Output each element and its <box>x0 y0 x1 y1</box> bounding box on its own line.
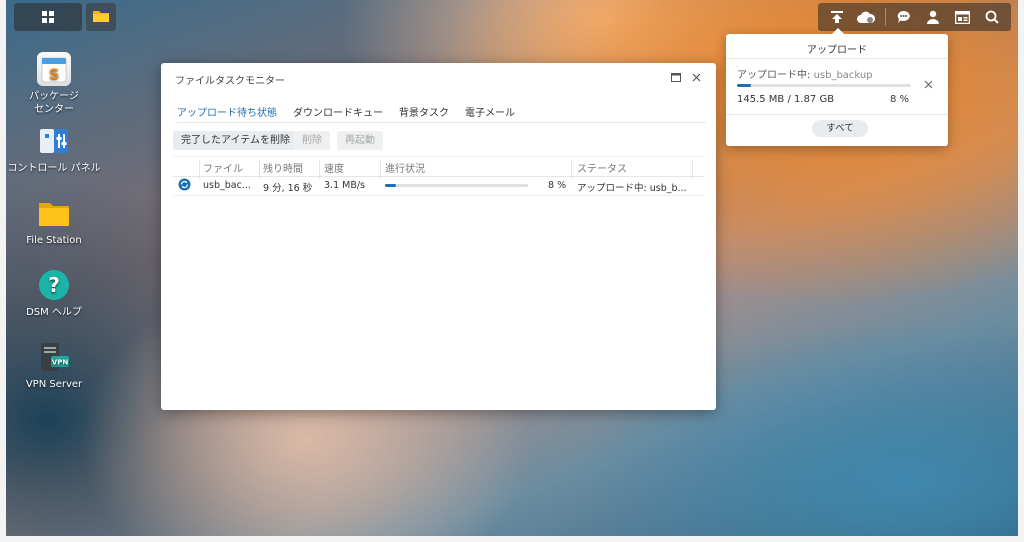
user-icon[interactable] <box>922 6 944 28</box>
shortcut-package-center[interactable]: S パッケージ センター <box>6 52 102 116</box>
row-remaining: 9 分, 16 秒 <box>263 183 313 194</box>
upload-progress-bar <box>737 84 911 87</box>
vpn-server-icon: VPN <box>37 340 71 374</box>
tab-bar: アップロード待ち状態 ダウンロードキュー 背景タスク 電子メール <box>177 104 706 123</box>
row-progress-bar <box>385 184 528 187</box>
taskbar-separator <box>884 8 886 26</box>
folder-icon <box>37 196 71 230</box>
upload-item-target: usb_backup <box>813 70 873 81</box>
upload-item-label: アップロード中: <box>737 70 811 81</box>
upload-icon[interactable] <box>826 6 848 35</box>
shortcut-vpn-server[interactable]: VPN VPN Server <box>6 340 102 391</box>
tab-background-tasks[interactable]: 背景タスク <box>399 104 449 122</box>
shortcut-label: コントロール パネル <box>7 163 101 174</box>
upload-popover: アップロード アップロード中: usb_backup 145.5 MB / 1.… <box>726 28 948 146</box>
upload-item-name: アップロード中: usb_backup <box>737 66 873 81</box>
shortcut-dsm-help[interactable]: ? DSM ヘルプ <box>6 268 102 319</box>
clear-completed-button[interactable]: 完了したアイテムを削除 <box>173 131 298 150</box>
column-header-speed[interactable]: 速度 <box>324 160 344 175</box>
upload-size: 145.5 MB / 1.87 GB <box>737 94 835 105</box>
close-icon[interactable] <box>689 70 703 84</box>
column-header-progress[interactable]: 進行状況 <box>385 160 425 175</box>
control-panel-icon <box>37 124 71 158</box>
package-center-icon: S <box>37 52 71 86</box>
svg-text:VPN: VPN <box>52 359 69 367</box>
divider <box>726 58 948 59</box>
popover-title: アップロード <box>807 45 867 56</box>
tab-email[interactable]: 電子メール <box>465 104 515 122</box>
row-speed: 3.1 MB/s <box>324 180 365 191</box>
uploading-status-icon <box>178 178 191 194</box>
table-row[interactable]: usb_bac... 9 分, 16 秒 3.1 MB/s 8 % アップロード… <box>173 176 704 196</box>
file-station-icon <box>93 9 109 25</box>
progress-fill <box>737 84 751 87</box>
svg-text:?: ? <box>48 273 60 297</box>
shortcut-label: File Station <box>26 235 82 246</box>
progress-fill <box>385 184 397 187</box>
column-header-remaining[interactable]: 残り時間 <box>263 160 303 175</box>
shortcut-control-panel[interactable]: コントロール パネル <box>6 124 102 175</box>
svg-text:S: S <box>49 67 59 83</box>
shortcut-label: パッケージ センター <box>29 91 79 115</box>
upload-percent: 8 % <box>890 94 910 105</box>
table-header: ファイル 残り時間 速度 進行状況 ステータス <box>173 156 704 179</box>
delete-button[interactable]: 削除 <box>294 131 330 150</box>
taskbar-left <box>14 3 82 31</box>
shortcut-label: VPN Server <box>25 379 83 390</box>
maximize-icon[interactable] <box>669 70 683 84</box>
shortcut-label: DSM ヘルプ <box>26 307 82 318</box>
row-status: アップロード中: usb_b... <box>577 183 687 194</box>
divider <box>726 114 948 115</box>
row-progress-label: 8 % <box>548 180 567 191</box>
cloud-icon[interactable] <box>855 6 877 28</box>
row-file: usb_bac... <box>203 180 251 191</box>
main-menu-icon[interactable] <box>37 6 59 28</box>
search-icon[interactable] <box>981 6 1003 28</box>
file-task-monitor-window: ファイルタスクモニター アップロード待ち状態 ダウンロードキュー 背景タスク 電… <box>161 63 716 410</box>
chat-icon[interactable] <box>893 6 915 28</box>
restart-button[interactable]: 再起動 <box>337 131 383 150</box>
show-all-button[interactable]: すべて <box>812 120 868 137</box>
taskbar-right <box>818 3 1011 35</box>
widgets-icon[interactable] <box>952 6 974 28</box>
shortcut-file-station[interactable]: File Station <box>6 196 102 247</box>
column-header-file[interactable]: ファイル <box>203 160 243 175</box>
cancel-upload-icon[interactable] <box>924 78 933 92</box>
tab-upload-queue[interactable]: アップロード待ち状態 <box>177 104 277 122</box>
file-station-taskbar-button[interactable] <box>86 3 116 31</box>
help-icon: ? <box>37 268 71 302</box>
column-header-status[interactable]: ステータス <box>577 160 627 175</box>
tab-download-queue[interactable]: ダウンロードキュー <box>293 104 383 122</box>
window-title: ファイルタスクモニター <box>175 76 285 87</box>
